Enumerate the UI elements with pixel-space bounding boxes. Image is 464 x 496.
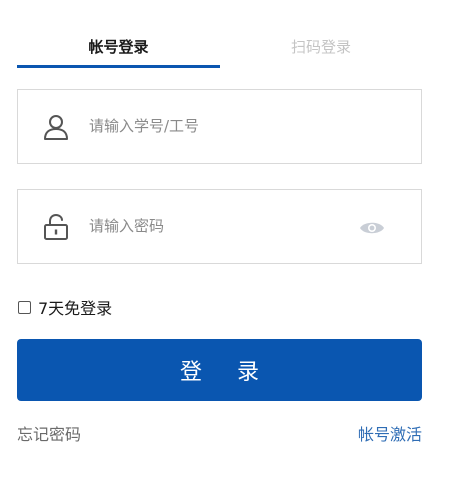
tab-qr-login[interactable]: 扫码登录	[220, 30, 422, 66]
remember-label: 7天免登录	[38, 299, 113, 318]
tab-account-login[interactable]: 帐号登录	[17, 30, 220, 66]
password-input[interactable]	[89, 210, 359, 242]
eye-icon[interactable]	[359, 218, 385, 238]
lock-icon	[44, 213, 68, 240]
username-field	[17, 89, 422, 164]
user-icon	[44, 115, 68, 140]
password-field	[17, 189, 422, 264]
login-button[interactable]: 登 录	[17, 339, 422, 401]
forgot-password-link[interactable]: 忘记密码	[17, 421, 81, 445]
activate-account-link[interactable]: 帐号激活	[358, 421, 422, 445]
login-tabs: 帐号登录 扫码登录	[17, 30, 422, 68]
remember-checkbox[interactable]	[18, 300, 31, 314]
active-tab-indicator	[17, 65, 220, 68]
remember-me[interactable]: 7天免登录	[18, 295, 112, 319]
username-input[interactable]	[89, 110, 359, 142]
